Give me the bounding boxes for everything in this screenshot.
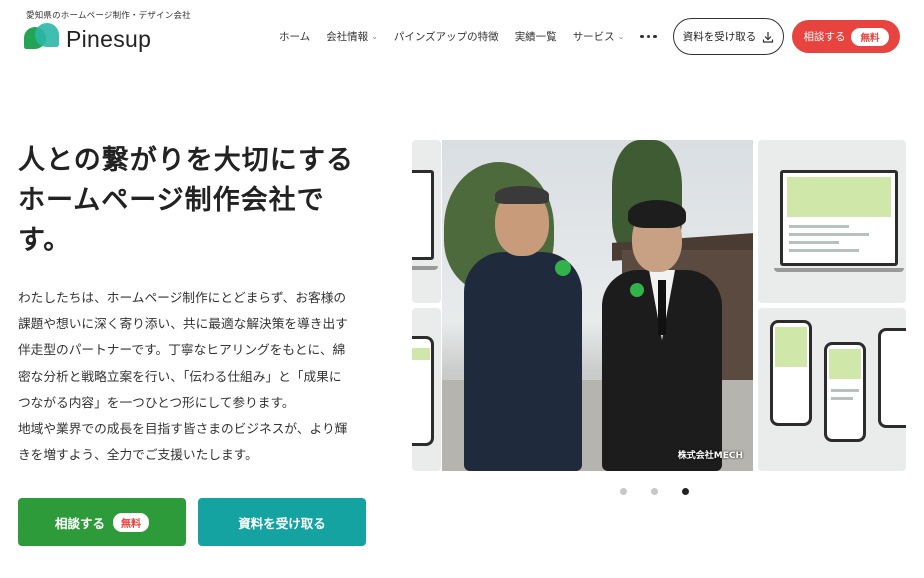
slide-preview-right-top[interactable] bbox=[758, 140, 906, 303]
cta-doc-label: 資料を受け取る bbox=[238, 515, 326, 531]
nav-item-home[interactable]: ホーム bbox=[279, 29, 310, 44]
slider-pagination bbox=[620, 488, 689, 495]
nav-item-label: 会社情報 bbox=[326, 31, 369, 43]
nav-item-label: サービス bbox=[572, 31, 615, 43]
nav-item-features[interactable]: パインズアップの特徴 bbox=[394, 29, 499, 44]
hero-doc-request-button[interactable]: 資料を受け取る bbox=[198, 498, 366, 546]
site-tagline: 愛知県のホームページ制作・デザイン会社 bbox=[26, 11, 191, 21]
hero-title-line: す。 bbox=[18, 225, 72, 256]
pinesup-logo-icon bbox=[24, 22, 60, 53]
photo-caption: 株式会社MECH bbox=[677, 451, 743, 461]
slider-dot-1[interactable] bbox=[620, 488, 627, 495]
free-badge: 無料 bbox=[113, 512, 149, 532]
main-nav: ホーム 会社情報 ⌄ パインズアップの特徴 実績一覧 サービス ⌄ bbox=[279, 29, 657, 44]
nav-item-label: ホーム bbox=[279, 31, 311, 43]
hero-title: 人との繋がりを大切にする ホームページ制作会社で す。 bbox=[18, 141, 368, 261]
hero-body-line: 密な分析と戦略立案を行い、「伝わる仕組み」と「成果に bbox=[18, 368, 342, 384]
hero-body-line: 地域や業界での成長を目指す皆さまのビジネスが、より輝 bbox=[18, 421, 348, 437]
slider-dot-2[interactable] bbox=[651, 488, 658, 495]
logo-text: Pinesup bbox=[66, 26, 152, 52]
slide-preview-right-bottom[interactable] bbox=[758, 308, 906, 471]
nav-item-label: パインズアップの特徴 bbox=[393, 31, 499, 43]
free-badge: 無料 bbox=[851, 27, 889, 46]
cta-consult-label: 相談する bbox=[54, 515, 105, 531]
header-doc-request-button[interactable]: 資料を受け取る bbox=[673, 18, 784, 55]
chevron-down-icon: ⌄ bbox=[617, 32, 625, 41]
slide-photo: 株式会社MECH bbox=[442, 140, 753, 471]
chevron-down-icon: ⌄ bbox=[371, 32, 378, 41]
doc-button-label: 資料を受け取る bbox=[682, 31, 757, 43]
hero-body-line: つながる内容」を一つひとつ形にして参ります。 bbox=[18, 394, 295, 410]
header-consult-button[interactable]: 相談する 無料 bbox=[792, 20, 900, 53]
hero-body-line: 課題や想いに深く寄り添い、共に最適な解決策を導き出す bbox=[18, 316, 348, 332]
hero-body-line: わたしたちは、ホームページ制作にとどまらず、お客様の bbox=[18, 290, 347, 305]
nav-item-works[interactable]: 実績一覧 bbox=[515, 29, 557, 44]
hero-consult-button[interactable]: 相談する 無料 bbox=[18, 498, 186, 546]
nav-item-label: 実績一覧 bbox=[514, 31, 557, 43]
nav-item-services[interactable]: サービス ⌄ bbox=[573, 29, 625, 44]
hero-body-line: 伴走型のパートナーです。丁寧なヒアリングをもとに、綿 bbox=[18, 342, 346, 358]
site-header: 愛知県のホームページ制作・デザイン会社 Pinesup ホーム 会社情報 ⌄ パ… bbox=[0, 0, 924, 72]
download-icon bbox=[763, 31, 774, 43]
slide-preview-left-top[interactable] bbox=[412, 140, 441, 303]
nav-item-company[interactable]: 会社情報 ⌄ bbox=[326, 29, 378, 44]
hero-title-line: 人との繋がりを大切にする bbox=[18, 145, 354, 176]
more-horizontal-icon[interactable] bbox=[640, 34, 657, 39]
hero-title-line: ホームページ制作会社で bbox=[18, 185, 325, 216]
slide-preview-left-bottom[interactable] bbox=[412, 308, 441, 471]
hero-body-line: きを増すよう、全力でご支援いたします。 bbox=[18, 447, 258, 463]
site-logo[interactable]: Pinesup bbox=[24, 22, 151, 53]
hero-description: わたしたちは、ホームページ制作にとどまらず、お客様の 課題や想いに深く寄り添い、… bbox=[18, 285, 378, 468]
hero-slider[interactable]: 株式会社MECH bbox=[412, 140, 906, 471]
consult-button-label: 相談する bbox=[803, 31, 846, 43]
slider-dot-3[interactable] bbox=[682, 488, 689, 495]
